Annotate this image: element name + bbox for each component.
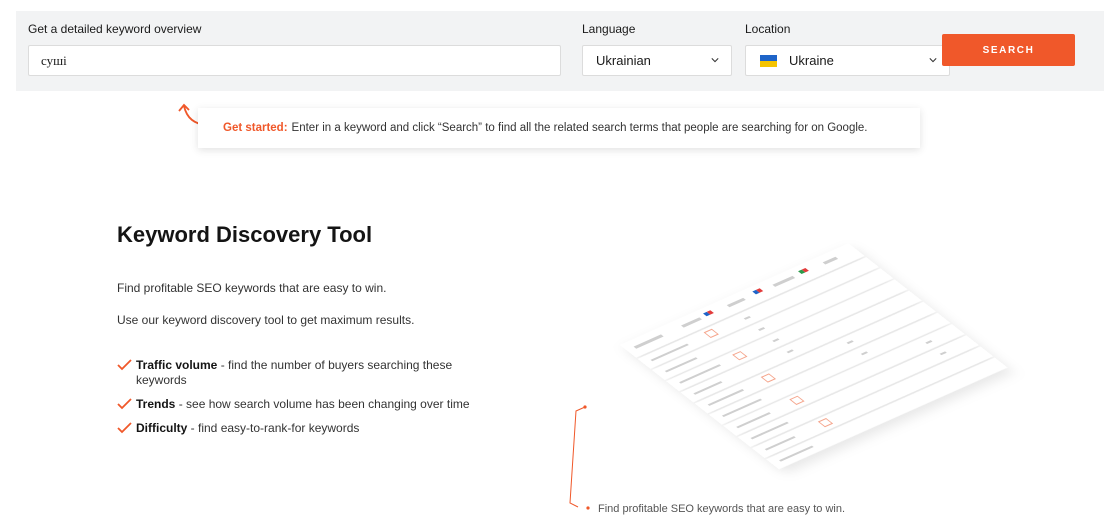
chevron-down-icon bbox=[929, 58, 937, 63]
keyword-table-illustration bbox=[569, 243, 1008, 510]
feature-list: Traffic volume - find the number of buye… bbox=[117, 358, 497, 445]
keyword-label: Get a detailed keyword overview bbox=[28, 22, 202, 36]
search-button[interactable]: SEARCH bbox=[942, 34, 1075, 66]
language-select[interactable]: Ukrainian bbox=[582, 45, 732, 76]
location-select[interactable]: Ukraine bbox=[745, 45, 950, 76]
keyword-search-panel: Get a detailed keyword overview Language… bbox=[16, 11, 1104, 91]
feature-description: - find easy-to-rank-for keywords bbox=[187, 421, 360, 435]
feature-item-difficulty: Difficulty - find easy-to-rank-for keywo… bbox=[117, 421, 497, 436]
location-value: Ukraine bbox=[789, 53, 834, 68]
intro-paragraph-1: Find profitable SEO keywords that are ea… bbox=[117, 281, 387, 295]
page-title: Keyword Discovery Tool bbox=[117, 222, 373, 247]
checkmark-icon bbox=[117, 422, 132, 434]
language-value: Ukrainian bbox=[596, 53, 651, 68]
chevron-down-icon bbox=[711, 58, 719, 63]
feature-name: Traffic volume bbox=[136, 358, 218, 372]
feature-description: - see how search volume has been changin… bbox=[175, 397, 470, 411]
location-label: Location bbox=[745, 22, 791, 36]
illustration-caption: Find profitable SEO keywords that are ea… bbox=[598, 503, 846, 515]
feature-item-traffic-volume: Traffic volume - find the number of buye… bbox=[117, 358, 497, 388]
feature-item-trends: Trends - see how search volume has been … bbox=[117, 397, 497, 412]
intro-paragraph-2: Use our keyword discovery tool to get ma… bbox=[117, 313, 415, 327]
get-started-hint: Get started: Enter in a keyword and click… bbox=[198, 108, 920, 148]
feature-name: Trends bbox=[136, 397, 176, 411]
checkmark-icon bbox=[117, 398, 132, 410]
hint-prefix: Get started: bbox=[223, 122, 288, 134]
ukraine-flag-icon bbox=[760, 54, 777, 67]
feature-name: Difficulty bbox=[136, 421, 188, 435]
language-label: Language bbox=[582, 22, 636, 36]
keyword-input[interactable] bbox=[28, 45, 561, 76]
checkmark-icon bbox=[117, 359, 132, 371]
hint-text: Enter in a keyword and click “Search” to… bbox=[291, 122, 868, 134]
